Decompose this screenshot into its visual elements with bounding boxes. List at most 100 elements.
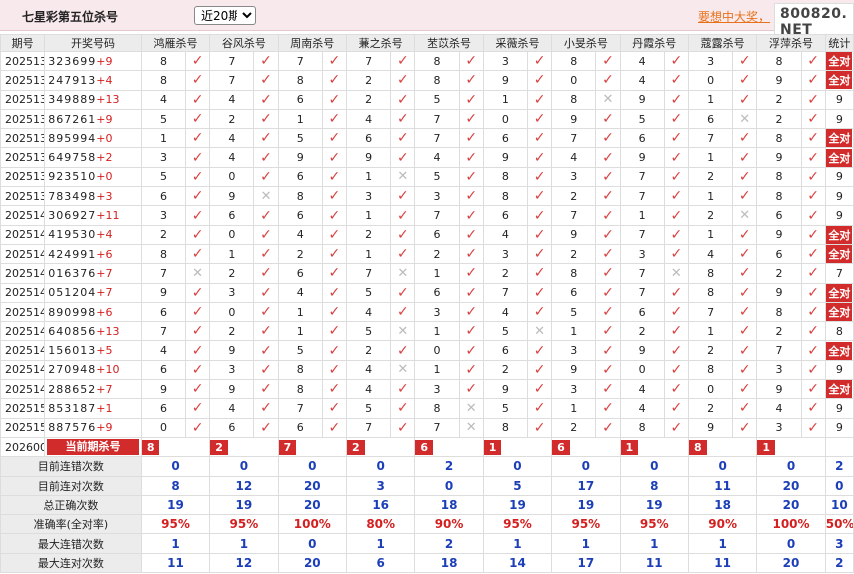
stat-cell: 9 [824, 417, 854, 438]
kill-result: ✓ [458, 379, 484, 400]
check-mark-icon: ✓ [191, 323, 204, 340]
kill-number: 4 [140, 89, 187, 110]
stat-cell: 9 [824, 166, 854, 188]
kill-result: ✓ [732, 301, 758, 323]
summary-value: 1 [551, 533, 621, 554]
kill-result: ✕ [527, 321, 553, 342]
kill-result: ✓ [321, 147, 347, 168]
summary-value: 0 [345, 456, 416, 477]
kill-result: ✓ [185, 186, 211, 207]
kill-number: 9 [209, 186, 255, 207]
summary-value: 100% [756, 514, 826, 535]
kill-result: ✓ [527, 243, 553, 265]
current-kill-cell: 1 [619, 436, 689, 458]
kill-result: ✓ [732, 340, 758, 361]
kill-result: ✓ [663, 301, 689, 323]
check-mark-icon: ✓ [670, 53, 683, 70]
current-kill-cell: 6 [414, 436, 484, 458]
kill-number: 9 [482, 147, 529, 168]
kill-number: 7 [414, 205, 460, 226]
check-mark-icon: ✓ [602, 361, 614, 378]
stat-cell: 全对 [824, 301, 854, 323]
check-mark-icon: ✓ [533, 304, 546, 320]
stat-full-badge: 全对 [826, 303, 853, 321]
check-mark-icon: ✓ [465, 265, 478, 282]
kill-result: ✓ [390, 70, 416, 91]
current-issue: 2026001 [0, 436, 46, 458]
kill-result: ✓ [458, 205, 484, 226]
check-mark-icon: ✓ [328, 400, 341, 417]
kill-result: ✕ [390, 321, 416, 342]
check-mark-icon: ✓ [191, 381, 204, 398]
summary-value: 3 [345, 475, 416, 496]
kill-number: 1 [619, 205, 665, 226]
kill-result: ✓ [800, 263, 826, 284]
kill-number: 4 [345, 108, 392, 130]
kill-number: 4 [140, 340, 187, 361]
draw-cell: 270948+10 [44, 359, 142, 381]
kill-number: 9 [756, 224, 802, 245]
kill-result: ✓ [595, 359, 621, 381]
kill-number: 1 [687, 186, 734, 207]
kill-number: 9 [277, 147, 323, 168]
check-mark-icon: ✓ [260, 381, 272, 398]
kill-result: ✓ [253, 301, 279, 323]
check-mark-icon: ✓ [328, 246, 341, 263]
kill-result: ✓ [185, 166, 211, 188]
check-mark-icon: ✓ [807, 111, 820, 128]
stat-value: 9 [835, 209, 843, 223]
kill-number: 3 [209, 282, 255, 303]
kill-number: 1 [414, 321, 460, 342]
period-select[interactable]: 近20期 [194, 6, 256, 25]
draw-sum: +0 [96, 131, 113, 145]
header-expert-8: 丹霞杀号 [619, 34, 689, 52]
check-mark-icon: ✓ [260, 265, 272, 282]
cross-mark-icon: ✕ [670, 265, 682, 281]
current-kill-badge: 1 [621, 439, 639, 455]
kill-result: ✕ [458, 417, 484, 438]
check-mark-icon: ✓ [670, 226, 683, 243]
promo-link[interactable]: 要想中大奖， [698, 8, 770, 25]
kill-number: 4 [756, 398, 802, 419]
kill-number: 6 [140, 359, 187, 381]
kill-number: 4 [414, 147, 460, 168]
check-mark-icon: ✓ [260, 226, 272, 243]
kill-result: ✓ [185, 205, 211, 226]
kill-number: 4 [209, 128, 255, 149]
check-mark-icon: ✓ [396, 226, 409, 243]
kill-number: 4 [345, 379, 392, 400]
check-mark-icon: ✓ [533, 91, 546, 108]
kill-result: ✓ [185, 398, 211, 419]
kill-number: 2 [551, 417, 597, 438]
check-mark-icon: ✓ [807, 188, 820, 205]
check-mark-icon: ✓ [191, 72, 204, 89]
check-mark-icon: ✓ [465, 381, 478, 398]
kill-result: ✕ [663, 263, 689, 284]
current-kill-cell: 2 [209, 436, 279, 458]
stat-full-badge: 全对 [826, 52, 853, 70]
check-mark-icon: ✓ [260, 342, 272, 359]
kill-result: ✓ [663, 282, 689, 303]
check-mark-icon: ✓ [465, 149, 478, 166]
check-mark-icon: ✓ [396, 149, 409, 166]
kill-number: 2 [687, 166, 734, 188]
kill-result: ✓ [185, 50, 211, 72]
kill-result: ✓ [595, 224, 621, 245]
kill-result: ✓ [663, 417, 689, 438]
check-mark-icon: ✓ [328, 419, 341, 436]
check-mark-icon: ✓ [670, 207, 683, 224]
kill-result: ✓ [321, 340, 347, 361]
summary-stat: 3 [824, 533, 854, 554]
kill-number: 5 [482, 321, 529, 342]
kill-number: 5 [140, 166, 187, 188]
kill-number: 2 [687, 398, 734, 419]
draw-cell: 649758+2 [44, 147, 142, 168]
kill-result: ✓ [253, 321, 279, 342]
stat-full-badge: 全对 [826, 71, 853, 90]
kill-result: ✓ [185, 321, 211, 342]
current-kill-badge: 6 [415, 439, 434, 455]
draw-sum: +6 [96, 247, 113, 261]
issue-cell: 2025137 [0, 147, 46, 168]
kill-result: ✓ [800, 70, 826, 91]
table-row: 2025139783498+36✓9✕8✓3✓3✓8✓2✓7✓1✓8✓9 [0, 186, 854, 207]
